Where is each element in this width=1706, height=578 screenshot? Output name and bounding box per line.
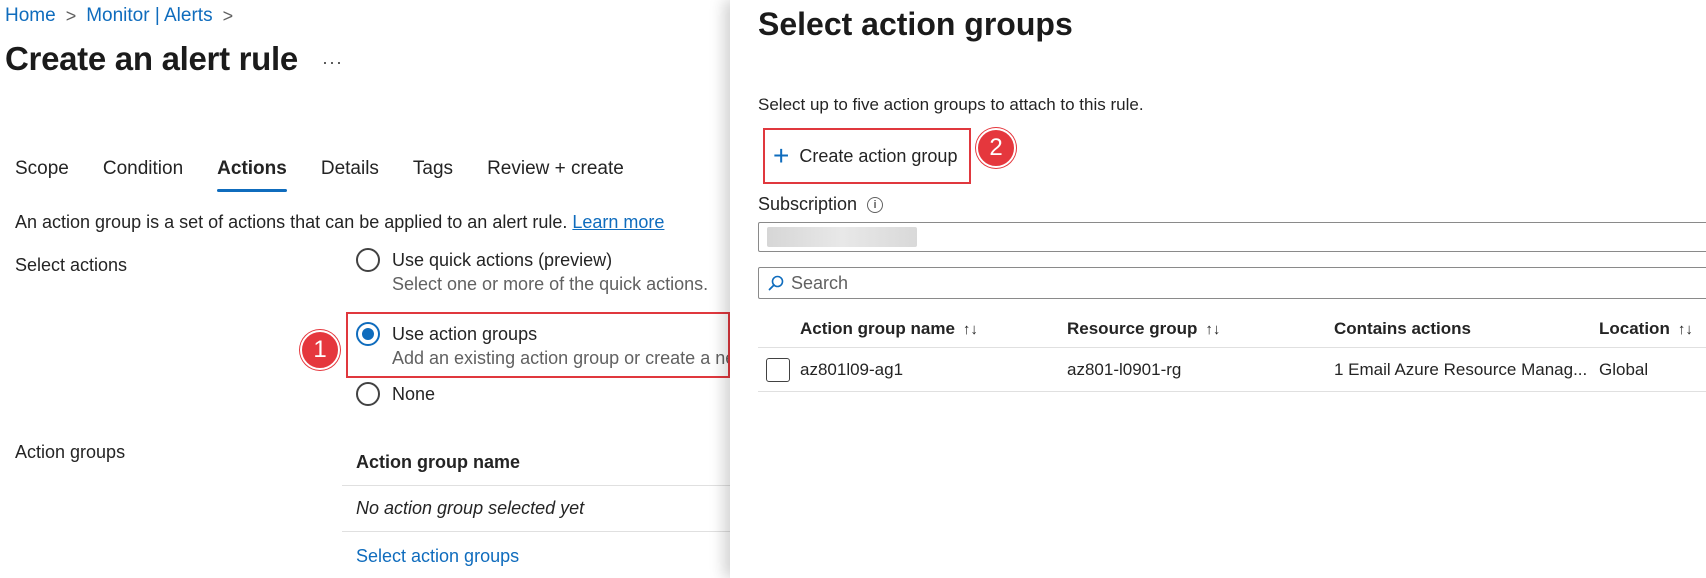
learn-more-link[interactable]: Learn more — [572, 212, 664, 232]
radio-sublabel: Select one or more of the quick actions. — [392, 274, 709, 294]
cell-contains-actions: 1 Email Azure Resource Manag... — [1334, 359, 1588, 379]
subscription-label: Subscription i — [758, 194, 884, 215]
panel-title: Select action groups — [758, 6, 1073, 42]
select-actions-label: Select actions — [15, 255, 128, 275]
radio-none[interactable]: None — [356, 382, 435, 406]
info-icon[interactable]: i — [867, 196, 884, 213]
wizard-tabs: Scope Condition Actions Details Tags Rev… — [15, 158, 658, 192]
tab-review-create[interactable]: Review + create — [487, 158, 624, 192]
table-header: Action group name — [342, 440, 730, 486]
radio-quick-actions[interactable]: Use quick actions (preview) Select one o… — [356, 248, 708, 296]
tab-condition[interactable]: Condition — [103, 158, 183, 192]
sort-icon[interactable]: ↑↓ — [963, 321, 978, 338]
actions-description: An action group is a set of actions that… — [15, 212, 664, 233]
panel-description: Select up to five action groups to attac… — [758, 95, 1144, 114]
sort-icon[interactable]: ↑↓ — [1678, 321, 1693, 338]
cell-location: Global — [1599, 359, 1649, 379]
selected-action-groups-table: Action group name No action group select… — [342, 440, 730, 578]
more-options-icon[interactable]: ··· — [322, 52, 343, 73]
breadcrumb: Home > Monitor | Alerts > — [5, 5, 233, 27]
breadcrumb-monitor-alerts[interactable]: Monitor | Alerts — [86, 5, 212, 27]
breadcrumb-home[interactable]: Home — [5, 5, 56, 27]
redacted-subscription-value — [767, 227, 917, 247]
select-action-groups-panel: Select action groups Select up to five a… — [730, 0, 1706, 578]
empty-state: No action group selected yet — [342, 486, 730, 532]
radio-button[interactable] — [356, 382, 380, 406]
radio-label: None — [392, 384, 436, 404]
search-input[interactable] — [791, 272, 1591, 294]
row-checkbox[interactable] — [766, 357, 790, 382]
column-header-name[interactable]: Action group name ↑↓ — [800, 319, 1067, 339]
cell-resource-group: az801-l0901-rg — [1067, 359, 1182, 379]
tab-details[interactable]: Details — [321, 158, 379, 192]
tab-tags[interactable]: Tags — [413, 158, 453, 192]
search-icon — [768, 275, 784, 291]
subscription-dropdown[interactable] — [758, 222, 1706, 252]
radio-label: Use quick actions (preview) — [392, 250, 613, 270]
highlight-box-1 — [346, 312, 730, 378]
search-box[interactable] — [758, 267, 1706, 299]
chevron-right-icon: > — [222, 5, 234, 26]
callout-badge-2: 2 — [976, 128, 1016, 168]
create-alert-rule-pane: Home > Monitor | Alerts > Create an aler… — [0, 0, 735, 578]
chevron-right-icon: > — [65, 5, 77, 26]
sort-icon[interactable]: ↑↓ — [1205, 321, 1220, 338]
column-header-resource-group[interactable]: Resource group ↑↓ — [1067, 319, 1334, 339]
table-row[interactable]: az801l09-ag1 az801-l0901-rg 1 Email Azur… — [758, 348, 1706, 392]
select-action-groups-link[interactable]: Select action groups — [342, 532, 730, 578]
radio-button[interactable] — [356, 248, 380, 272]
cell-action-group-name: az801l09-ag1 — [800, 359, 904, 379]
column-header-resource-group-label: Resource group — [1067, 318, 1198, 338]
action-groups-grid-header: Action group name ↑↓ Resource group ↑↓ Con… — [758, 310, 1706, 348]
plus-icon: + — [773, 140, 790, 171]
actions-description-text: An action group is a set of actions that… — [15, 212, 568, 232]
page-title: Create an alert rule — [5, 40, 298, 77]
column-header-location[interactable]: Location ↑↓ — [1599, 319, 1706, 339]
create-action-group-button[interactable]: + Create action group — [763, 128, 971, 184]
tab-scope[interactable]: Scope — [15, 158, 69, 192]
subscription-label-text: Subscription — [758, 194, 858, 214]
create-action-group-label: Create action group — [799, 145, 958, 166]
action-groups-label: Action groups — [15, 442, 126, 462]
column-header-location-label: Location — [1599, 318, 1670, 338]
column-header-contains-actions: Contains actions — [1334, 318, 1471, 338]
column-header-name-label: Action group name — [800, 318, 955, 338]
tab-actions[interactable]: Actions — [217, 158, 287, 192]
callout-badge-1: 1 — [300, 330, 340, 370]
